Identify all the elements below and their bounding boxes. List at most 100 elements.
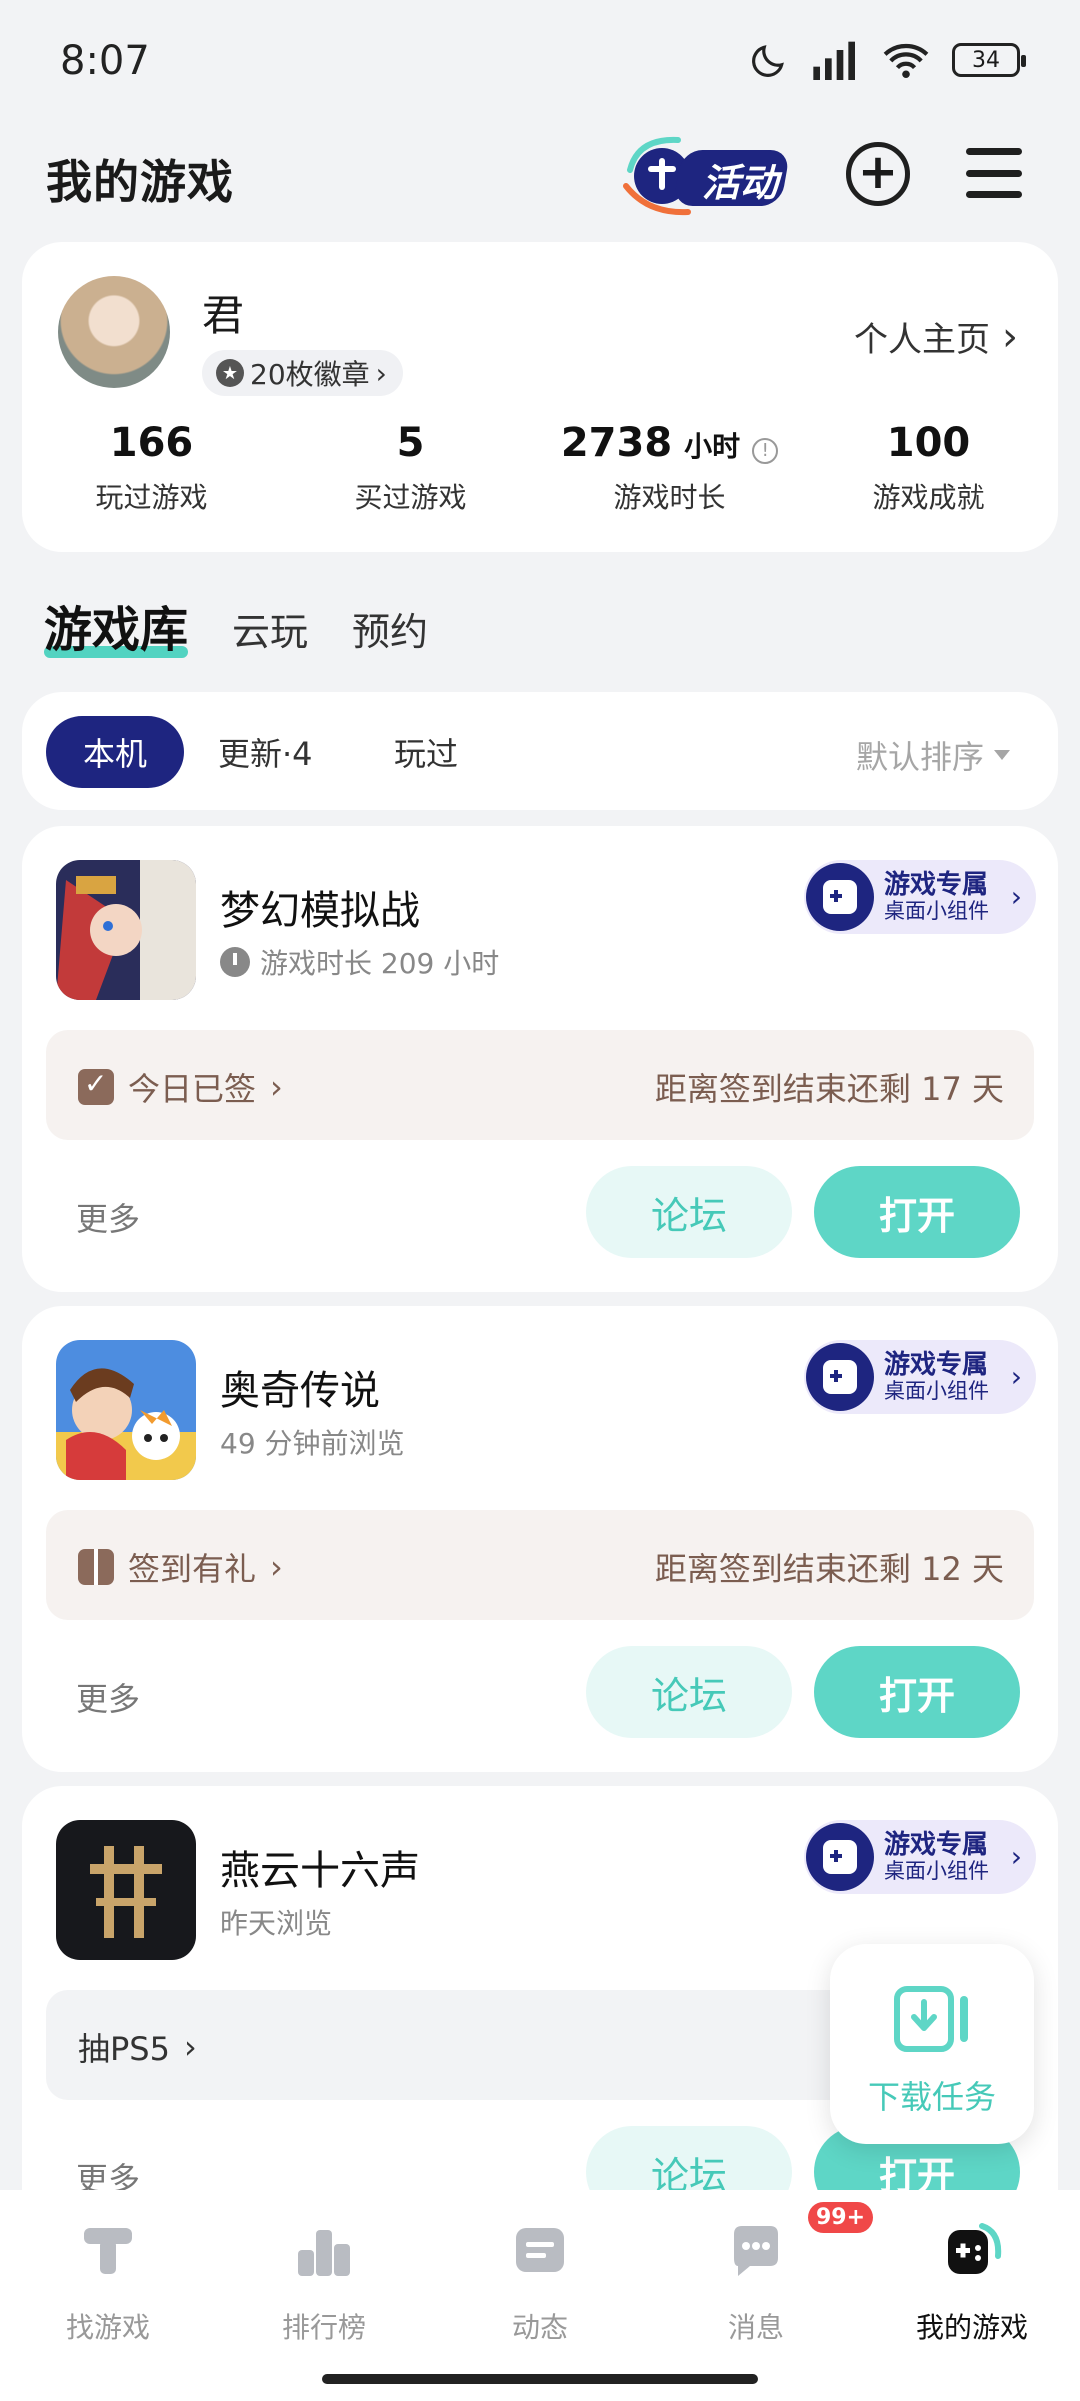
bottom-nav: 找游戏 排行榜 动态 99+ 消息 我的游戏 bbox=[0, 2190, 1080, 2401]
widget-button[interactable]: 游戏专属 桌面小组件 › bbox=[804, 1340, 1036, 1414]
filter-updates[interactable]: 更新·4 bbox=[218, 716, 313, 788]
chevron-right-icon: › bbox=[270, 1548, 283, 1586]
activity-label: 活动 bbox=[702, 161, 779, 205]
game-card[interactable]: 梦幻模拟战 游戏时长 209 小时 游戏专属 桌面小组件 › 今日已签 › 距离… bbox=[22, 826, 1058, 1292]
filter-played[interactable]: 玩过 bbox=[394, 716, 458, 788]
avatar[interactable] bbox=[58, 276, 170, 388]
stat-label: 玩过游戏 bbox=[95, 481, 208, 514]
nav-label: 找游戏 bbox=[65, 2311, 150, 2344]
stat-played[interactable]: 166 玩过游戏 bbox=[22, 420, 281, 516]
stat-playtime[interactable]: 2738 小时 ! 游戏时长 bbox=[540, 420, 799, 516]
game-name: 奥奇传说 bbox=[220, 1368, 380, 1414]
game-name: 燕云十六声 bbox=[220, 1848, 420, 1894]
status-icons: 34 bbox=[750, 40, 1026, 80]
game-icon[interactable] bbox=[56, 860, 196, 1000]
stats-row: 166 玩过游戏 5 买过游戏 2738 小时 ! 游戏时长 100 游戏成就 bbox=[22, 420, 1058, 516]
signin-remaining: 距离签到结束还剩 17 天 bbox=[654, 1070, 1004, 1108]
widget-subtitle: 桌面小组件 bbox=[884, 898, 989, 923]
info-icon[interactable]: ! bbox=[752, 437, 779, 464]
stat-achievements[interactable]: 100 游戏成就 bbox=[799, 420, 1058, 516]
chevron-right-icon: › bbox=[1010, 1840, 1022, 1873]
caret-down-icon bbox=[994, 750, 1010, 760]
plus-icon: + bbox=[857, 144, 899, 200]
game-subtitle-text: 49 分钟前浏览 bbox=[220, 1427, 405, 1460]
nav-find-games[interactable]: 找游戏 bbox=[0, 2220, 216, 2346]
feed-icon bbox=[516, 2228, 564, 2272]
menu-button[interactable] bbox=[966, 148, 1022, 198]
homepage-label: 个人主页 bbox=[854, 320, 990, 360]
widget-subtitle: 桌面小组件 bbox=[884, 1378, 989, 1403]
sort-dropdown[interactable]: 默认排序 bbox=[856, 732, 1010, 778]
open-button[interactable]: 打开 bbox=[814, 1166, 1020, 1258]
game-subtitle-text: 昨天浏览 bbox=[220, 1907, 333, 1940]
tab-game-library[interactable]: 游戏库 bbox=[44, 590, 189, 660]
badges-button[interactable]: ★ 20枚徽章 › bbox=[202, 350, 403, 396]
stat-label: 游戏成就 bbox=[872, 481, 985, 514]
widget-subtitle: 桌面小组件 bbox=[884, 1858, 989, 1883]
more-link[interactable]: 更多 bbox=[76, 1674, 140, 1720]
gamepad-icon bbox=[806, 1823, 874, 1891]
widget-button[interactable]: 游戏专属 桌面小组件 › bbox=[804, 860, 1036, 934]
nav-feed[interactable]: 动态 bbox=[432, 2220, 648, 2346]
signin-row[interactable]: 今日已签 › 距离签到结束还剩 17 天 bbox=[46, 1030, 1034, 1140]
stat-unit: 小时 bbox=[684, 430, 741, 463]
gamepad-icon bbox=[806, 863, 874, 931]
add-button[interactable]: + bbox=[846, 142, 910, 206]
game-subtitle-text: 游戏时长 209 小时 bbox=[260, 947, 500, 980]
game-icon[interactable] bbox=[56, 1340, 196, 1480]
tab-cloud-play[interactable]: 云玩 bbox=[232, 601, 308, 660]
signin-remaining: 距离签到结束还剩 12 天 bbox=[654, 1550, 1004, 1588]
game-icon[interactable] bbox=[56, 1820, 196, 1960]
activity-button[interactable]: 活动 bbox=[618, 130, 798, 220]
gift-icon bbox=[78, 1549, 114, 1585]
game-subtitle: 49 分钟前浏览 bbox=[220, 1422, 405, 1462]
game-name: 梦幻模拟战 bbox=[220, 888, 420, 934]
widget-title: 游戏专属 bbox=[884, 1350, 989, 1381]
wifi-icon bbox=[883, 43, 929, 79]
nav-label: 排行榜 bbox=[281, 2311, 366, 2344]
signin-label: 签到有礼 bbox=[128, 1550, 257, 1588]
download-task-button[interactable]: 下载任务 bbox=[830, 1944, 1034, 2144]
widget-title: 游戏专属 bbox=[884, 1830, 989, 1861]
medal-icon: ★ bbox=[216, 359, 244, 387]
status-time: 8:07 bbox=[60, 38, 150, 84]
forum-button[interactable]: 论坛 bbox=[586, 1646, 792, 1738]
stat-value: 2738 bbox=[560, 420, 673, 466]
widget-button[interactable]: 游戏专属 桌面小组件 › bbox=[804, 1820, 1036, 1894]
nav-messages[interactable]: 99+ 消息 bbox=[648, 2202, 874, 2346]
page-title: 我的游戏 bbox=[46, 155, 234, 209]
library-tabs: 游戏库 云玩 预约 bbox=[44, 590, 428, 660]
sort-label: 默认排序 bbox=[855, 738, 984, 776]
promo-label: 抽PS5 bbox=[78, 2030, 170, 2068]
game-card[interactable]: 奥奇传说 49 分钟前浏览 游戏专属 桌面小组件 › 签到有礼 › 距离签到结束… bbox=[22, 1306, 1058, 1772]
stat-value: 5 bbox=[396, 420, 425, 466]
chevron-right-icon: › bbox=[375, 356, 387, 390]
user-name: 君 bbox=[202, 291, 245, 340]
stat-label: 游戏时长 bbox=[613, 481, 726, 514]
more-link[interactable]: 更多 bbox=[76, 1194, 140, 1240]
tab-reservation[interactable]: 预约 bbox=[352, 601, 428, 660]
stat-label: 买过游戏 bbox=[354, 481, 467, 514]
game-subtitle: 昨天浏览 bbox=[220, 1902, 332, 1942]
nav-ranking[interactable]: 排行榜 bbox=[216, 2220, 432, 2346]
find-games-icon bbox=[84, 2228, 132, 2274]
signin-row[interactable]: 签到有礼 › 距离签到结束还剩 12 天 bbox=[46, 1510, 1034, 1620]
my-games-icon bbox=[948, 2223, 1002, 2274]
nav-my-games[interactable]: 我的游戏 bbox=[864, 2220, 1080, 2346]
stat-bought[interactable]: 5 买过游戏 bbox=[281, 420, 540, 516]
download-icon bbox=[894, 1986, 968, 2052]
stat-value: 166 bbox=[109, 420, 194, 466]
moon-icon bbox=[752, 45, 784, 77]
open-button[interactable]: 打开 bbox=[814, 1646, 1020, 1738]
nav-label: 动态 bbox=[511, 2311, 568, 2344]
message-icon bbox=[734, 2226, 778, 2276]
forum-button[interactable]: 论坛 bbox=[586, 1166, 792, 1258]
homepage-link[interactable]: 个人主页 › bbox=[854, 312, 1018, 361]
widget-title: 游戏专属 bbox=[884, 870, 989, 901]
filter-local[interactable]: 本机 bbox=[46, 716, 184, 788]
download-task-label: 下载任务 bbox=[867, 2078, 996, 2116]
profile-card[interactable]: 君 ★ 20枚徽章 › 个人主页 › 166 玩过游戏 5 买过游戏 2738 … bbox=[22, 242, 1058, 552]
chevron-right-icon: › bbox=[183, 2028, 197, 2066]
chevron-right-icon: › bbox=[1010, 1360, 1022, 1393]
home-indicator[interactable] bbox=[322, 2374, 758, 2384]
